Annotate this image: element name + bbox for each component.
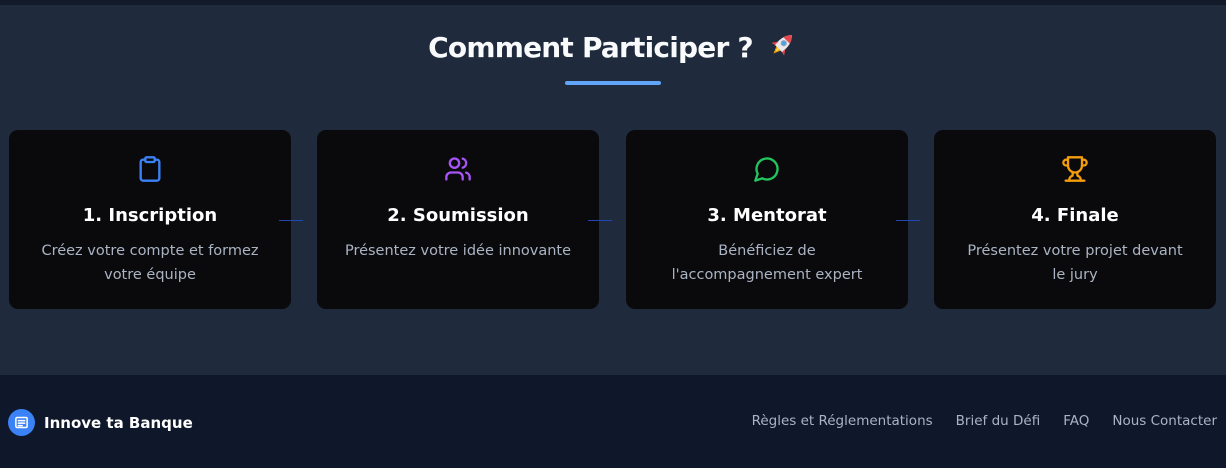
footer-link-faq[interactable]: FAQ (1063, 412, 1089, 430)
footer-nav: Règles et Réglementations Brief du Défi … (752, 412, 1217, 430)
title-underline (565, 81, 661, 85)
message-circle-icon (753, 155, 781, 183)
step-card-inscription: 1. Inscription Créez votre compte et for… (9, 130, 291, 309)
step-title: 1. Inscription (82, 205, 218, 226)
step-connector (896, 220, 920, 221)
footer-link-contact[interactable]: Nous Contacter (1112, 412, 1217, 430)
step-card-finale: 4. Finale Présentez votre projet devant … (934, 130, 1216, 309)
rocket-icon (766, 29, 798, 69)
step-connector (588, 220, 612, 221)
step-connector (279, 220, 303, 221)
step-description: Créez votre compte et formez votre équip… (41, 243, 259, 283)
footer-link-challenge-brief[interactable]: Brief du Défi (956, 412, 1041, 430)
clipboard-icon (136, 155, 164, 183)
step-card-mentorat: 3. Mentorat Bénéficiez de l'accompagneme… (626, 130, 908, 309)
step-description: Bénéficiez de l'accompagnement expert (671, 243, 863, 283)
footer-brand[interactable]: Innove ta Banque (8, 409, 193, 436)
brand-name: Innove ta Banque (44, 413, 193, 432)
footer-link-rules[interactable]: Règles et Réglementations (752, 412, 933, 430)
step-title: 3. Mentorat (707, 205, 827, 226)
trophy-icon (1061, 155, 1089, 183)
section-title-text: Comment Participer ? (428, 31, 753, 64)
step-card-soumission: 2. Soumission Présentez votre idée innov… (317, 130, 599, 309)
footer: Innove ta Banque Règles et Réglementatio… (0, 375, 1226, 468)
step-description: Présentez votre projet devant le jury (967, 243, 1183, 283)
step-title: 2. Soumission (387, 205, 529, 226)
document-lines-icon (8, 409, 35, 436)
section-title: Comment Participer ? (0, 29, 1226, 69)
users-icon (444, 155, 472, 183)
step-title: 4. Finale (1031, 205, 1119, 226)
step-description: Présentez votre idée innovante (344, 243, 572, 259)
